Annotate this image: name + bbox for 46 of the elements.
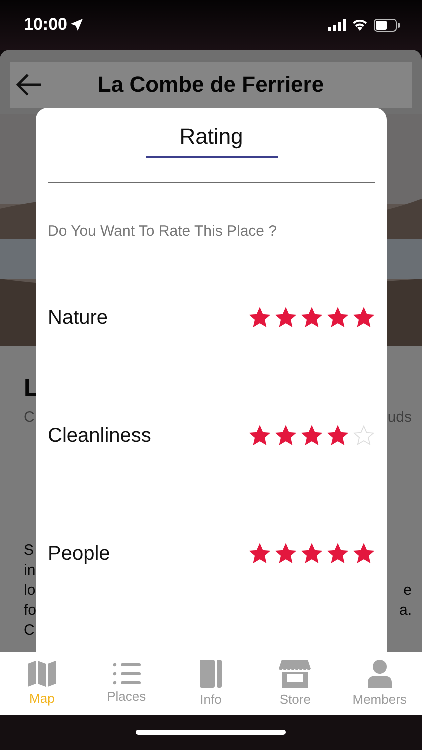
tab-item[interactable]: Map <box>0 652 84 715</box>
star-icon[interactable] <box>301 543 323 565</box>
rating-label: Nature <box>48 306 108 330</box>
partial-text: in <box>24 562 36 578</box>
star-icon[interactable] <box>301 307 323 329</box>
location-arrow-icon <box>71 19 84 31</box>
battery-icon <box>374 18 400 32</box>
page-title: La Combe de Ferriere <box>98 72 324 98</box>
star-icon[interactable] <box>275 425 297 447</box>
book-icon <box>200 660 222 688</box>
star-icon[interactable] <box>301 425 323 447</box>
tab-item[interactable]: Info <box>168 652 254 715</box>
tab-item[interactable]: Places <box>84 652 169 715</box>
dialog-title: Rating <box>146 124 278 158</box>
star-icon[interactable] <box>353 543 375 565</box>
star-icon[interactable] <box>249 543 271 565</box>
star-icon[interactable] <box>275 543 297 565</box>
partial-text: S <box>24 542 34 558</box>
partial-text: C <box>24 622 35 638</box>
star-icon[interactable] <box>275 307 297 329</box>
star-icon[interactable] <box>327 425 349 447</box>
tab-item[interactable]: Store <box>253 652 338 715</box>
star-icon[interactable] <box>249 425 271 447</box>
star-icon[interactable] <box>327 543 349 565</box>
signal-icon <box>328 19 346 31</box>
partial-text: C <box>24 408 35 426</box>
store-icon <box>279 660 312 688</box>
tab-item[interactable]: Members <box>338 652 422 715</box>
empty-star-icon[interactable] <box>353 425 375 447</box>
rating-label: People <box>48 542 110 566</box>
map-icon <box>28 661 56 687</box>
person-icon <box>368 660 392 688</box>
partial-text: fo <box>24 602 37 618</box>
partial-text: uds <box>388 408 412 426</box>
list-icon <box>112 663 141 685</box>
star-icon[interactable] <box>249 307 271 329</box>
star-icon[interactable] <box>353 307 375 329</box>
rating-label: Cleanliness <box>48 424 152 448</box>
rating-prompt: Do You Want To Rate This Place ? <box>48 223 278 240</box>
wifi-icon <box>352 19 368 31</box>
back-arrow-icon[interactable] <box>16 73 42 97</box>
partial-text: lo <box>24 582 36 598</box>
star-icon[interactable] <box>327 307 349 329</box>
partial-text: e <box>404 582 412 598</box>
partial-text: a. <box>399 602 412 618</box>
status-time: 10:00 <box>24 15 68 35</box>
